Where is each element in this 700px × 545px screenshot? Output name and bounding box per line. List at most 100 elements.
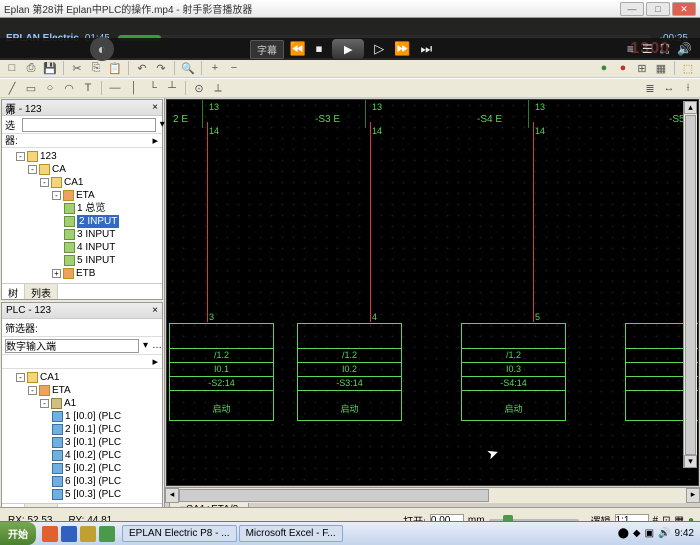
tb-dimension-icon[interactable]: ↔ <box>661 80 677 96</box>
tree-page-1[interactable]: 1 总览 <box>77 202 105 215</box>
tb-cut-icon[interactable]: ✂ <box>69 60 85 76</box>
pages-close-icon[interactable]: × <box>152 102 158 113</box>
hscroll-thumb[interactable] <box>179 489 489 502</box>
tb-warning-icon[interactable]: ● <box>615 60 631 76</box>
tb-search-icon[interactable]: 🔍 <box>180 60 196 76</box>
tray-icon-3[interactable]: ▣ <box>645 528 654 539</box>
pages-tree[interactable]: -123 -CA -CA1 -ETA 1 总览 <box>2 148 162 283</box>
tb-connection-icon[interactable]: ● <box>596 60 612 76</box>
vscroll-down-icon[interactable]: ▾ <box>684 455 697 468</box>
pages-filter-input[interactable] <box>22 118 156 132</box>
tray-icon-4[interactable]: 🔊 <box>658 528 670 539</box>
tb-line-icon[interactable]: ╱ <box>4 80 20 96</box>
tb-wire-h-icon[interactable]: — <box>107 80 123 96</box>
tree-eta[interactable]: ETA <box>76 189 95 202</box>
tree-page-3[interactable]: 3 INPUT <box>77 228 115 241</box>
tb-arc-icon[interactable]: ◠ <box>61 80 77 96</box>
plc-root[interactable]: CA1 <box>40 371 59 384</box>
tab-list[interactable]: 列表 <box>25 284 58 299</box>
plc-filter-go-icon[interactable]: ▸ <box>152 356 158 368</box>
plc-io-row[interactable]: 6 [I0.3] (PLC <box>65 475 121 488</box>
settings-icon[interactable]: ☰ <box>642 42 653 57</box>
plc-io-row[interactable]: 5 [I0.3] (PLC <box>65 488 121 501</box>
tb-new-icon[interactable]: □ <box>4 60 20 76</box>
tb-undo-icon[interactable]: ↶ <box>134 60 150 76</box>
plc-box-0[interactable]: /1.2I0.1-S2:14启动 <box>169 323 274 421</box>
play-button[interactable]: ▶ <box>332 39 364 59</box>
plc-close-icon[interactable]: × <box>152 305 158 316</box>
next-track-button[interactable]: ⏭ <box>420 41 432 57</box>
volume-icon[interactable]: 🔊 <box>677 42 692 57</box>
rewind-button[interactable]: ⏪ <box>290 41 306 57</box>
tb-save-icon[interactable]: 💾 <box>42 60 58 76</box>
tb-wire-corner-icon[interactable]: └ <box>145 80 161 96</box>
tb-copy-icon[interactable]: ⎘ <box>88 60 104 76</box>
tb-contact-icon[interactable]: ⟂ <box>210 80 226 96</box>
plc-a1[interactable]: A1 <box>64 397 76 410</box>
tb-rect-icon[interactable]: ▭ <box>23 80 39 96</box>
ql-icon-4[interactable] <box>99 526 115 542</box>
subtitle-button[interactable]: 字幕 <box>250 40 284 59</box>
step-button[interactable]: ▷ <box>374 41 384 57</box>
plc-box-1[interactable]: /1.2I0.2-S3:14启动 <box>297 323 402 421</box>
tb-terminal-icon[interactable]: ⊙ <box>191 80 207 96</box>
player-logo-icon[interactable]: ◐ <box>90 37 114 61</box>
plc-tree[interactable]: -CA1 -ETA -A1 1 [I0.0] (PLC2 [I0.1] (PLC… <box>2 369 162 503</box>
drawing-canvas[interactable]: 2 E -S3 E -S4 E -S5 E 13 14 13 14 13 14 … <box>166 99 699 486</box>
maximize-button[interactable]: □ <box>646 2 670 16</box>
ql-icon-3[interactable] <box>80 526 96 542</box>
tree-root[interactable]: 123 <box>40 150 57 163</box>
tray-clock[interactable]: 9:42 <box>675 528 694 539</box>
tb-text-icon[interactable]: T <box>80 80 96 96</box>
taskbar-task-eplan[interactable]: EPLAN Electric P8 - ... <box>122 525 237 542</box>
stop-button[interactable]: ⏹ <box>316 41 323 57</box>
ql-icon-1[interactable] <box>42 526 58 542</box>
ql-icon-2[interactable] <box>61 526 77 542</box>
plc-eta[interactable]: ETA <box>52 384 71 397</box>
tb-align-icon[interactable]: ⊞ <box>634 60 650 76</box>
plc-io-row[interactable]: 5 [I0.2] (PLC <box>65 462 121 475</box>
tree-ca1[interactable]: CA1 <box>64 176 83 189</box>
tree-page-2[interactable]: 2 INPUT <box>77 215 119 228</box>
tb-wire-v-icon[interactable]: │ <box>126 80 142 96</box>
plc-combo[interactable] <box>5 339 139 353</box>
tb-redo-icon[interactable]: ↷ <box>153 60 169 76</box>
filter-go-icon[interactable]: ▸ <box>152 135 158 147</box>
plc-io-row[interactable]: 2 [I0.1] (PLC <box>65 423 121 436</box>
tab-tree[interactable]: 树 <box>2 284 25 299</box>
playlist-icon[interactable]: ≡ <box>627 42 634 57</box>
plc-io-row[interactable]: 1 [I0.0] (PLC <box>65 410 121 423</box>
tray-icon-1[interactable]: ⬤ <box>618 528 629 539</box>
tb-wire-t-icon[interactable]: ┴ <box>164 80 180 96</box>
tb-measure-icon[interactable]: ⟊ <box>680 80 696 96</box>
plc-box-2[interactable]: /1.2I0.3-S4:14启动 <box>461 323 566 421</box>
plc-io-row[interactable]: 4 [I0.2] (PLC <box>65 449 121 462</box>
canvas-vscrollbar[interactable]: ▴ ▾ <box>683 101 697 468</box>
tb-circle-icon[interactable]: ○ <box>42 80 58 96</box>
tb-symbol-icon[interactable]: ⬚ <box>680 60 696 76</box>
tree-etb[interactable]: ETB <box>76 267 95 280</box>
tree-page-5[interactable]: 5 INPUT <box>77 254 115 267</box>
vscroll-thumb[interactable] <box>685 115 696 455</box>
tray-icon-2[interactable]: ◆ <box>633 528 641 539</box>
canvas-hscrollbar[interactable]: ◂ ▸ <box>165 487 700 503</box>
hscroll-right-icon[interactable]: ▸ <box>686 488 700 503</box>
tb-paste-icon[interactable]: 📋 <box>107 60 123 76</box>
start-button[interactable]: 开始 <box>0 522 36 545</box>
plc-combo-dropdown-icon[interactable]: ▾ <box>143 340 148 351</box>
plc-io-row[interactable]: 3 [I0.1] (PLC <box>65 436 121 449</box>
tb-zoom-in-icon[interactable]: + <box>207 60 223 76</box>
tb-layer-icon[interactable]: ≣ <box>642 80 658 96</box>
tb-grid-icon[interactable]: ▦ <box>653 60 669 76</box>
tree-ca[interactable]: CA <box>52 163 66 176</box>
hscroll-left-icon[interactable]: ◂ <box>165 488 179 503</box>
taskbar-task-excel[interactable]: Microsoft Excel - F... <box>239 525 343 542</box>
vscroll-up-icon[interactable]: ▴ <box>684 101 697 114</box>
close-button[interactable]: ✕ <box>672 2 696 16</box>
forward-button[interactable]: ⏩ <box>394 41 410 57</box>
tree-page-4[interactable]: 4 INPUT <box>77 241 115 254</box>
tb-zoom-out-icon[interactable]: − <box>226 60 242 76</box>
tb-open-icon[interactable]: ⎙ <box>23 60 39 76</box>
fullscreen-icon[interactable]: ⛶ <box>661 42 669 57</box>
minimize-button[interactable]: — <box>620 2 644 16</box>
